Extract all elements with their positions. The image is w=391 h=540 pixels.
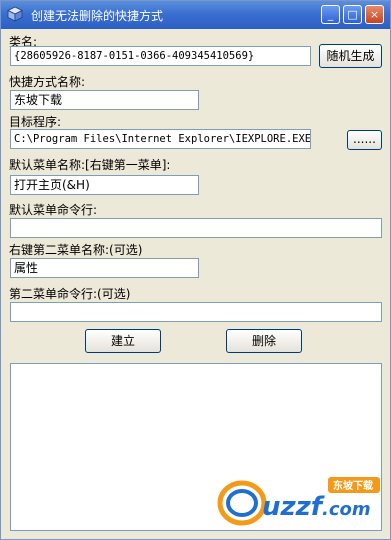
random-generate-button[interactable]: 随机生成: [319, 44, 382, 68]
maximize-button[interactable]: □: [343, 5, 362, 24]
class-name-input[interactable]: {28605926-8187-0151-0366-409345410569}: [10, 46, 311, 66]
svg-text:.com: .com: [322, 499, 371, 520]
close-button[interactable]: ×: [365, 5, 384, 24]
second-menu-name-label: 右键第二菜单名称:(可选): [9, 243, 143, 257]
default-menu-name-input[interactable]: 打开主页(&H): [10, 175, 199, 195]
default-menu-command-label: 默认菜单命令行:: [9, 203, 98, 217]
app-window: 创建无法删除的快捷方式 _ □ × 类名: {28605926-8187-015…: [0, 0, 391, 540]
second-menu-command-label: 第二菜单命令行:(可选): [9, 287, 131, 301]
shortcut-name-label: 快捷方式名称:: [9, 75, 86, 89]
cube-icon: [7, 6, 23, 22]
second-menu-name-input[interactable]: 属性: [10, 258, 199, 278]
title-bar[interactable]: 创建无法删除的快捷方式 _ □ ×: [1, 1, 390, 29]
minimize-button[interactable]: _: [321, 5, 340, 24]
svg-text:uzzf: uzzf: [262, 492, 326, 522]
delete-button[interactable]: 删除: [226, 329, 302, 353]
default-menu-command-input[interactable]: [10, 218, 382, 238]
browse-button[interactable]: ......: [347, 130, 382, 150]
target-program-input[interactable]: C:\Program Files\Internet Explorer\IEXPL…: [10, 129, 311, 149]
window-title: 创建无法删除的快捷方式: [31, 9, 164, 23]
target-program-label: 目标程序:: [9, 115, 62, 129]
create-button[interactable]: 建立: [85, 329, 161, 353]
svg-text:东坡下载: 东坡下载: [333, 479, 373, 492]
second-menu-command-input[interactable]: [10, 302, 382, 322]
default-menu-name-label: 默认菜单名称:[右键第一菜单]:: [9, 158, 171, 172]
shortcut-name-input[interactable]: 东坡下载: [10, 90, 199, 110]
uzzf-watermark-logo: uzzf .com 东坡下载: [217, 477, 380, 526]
